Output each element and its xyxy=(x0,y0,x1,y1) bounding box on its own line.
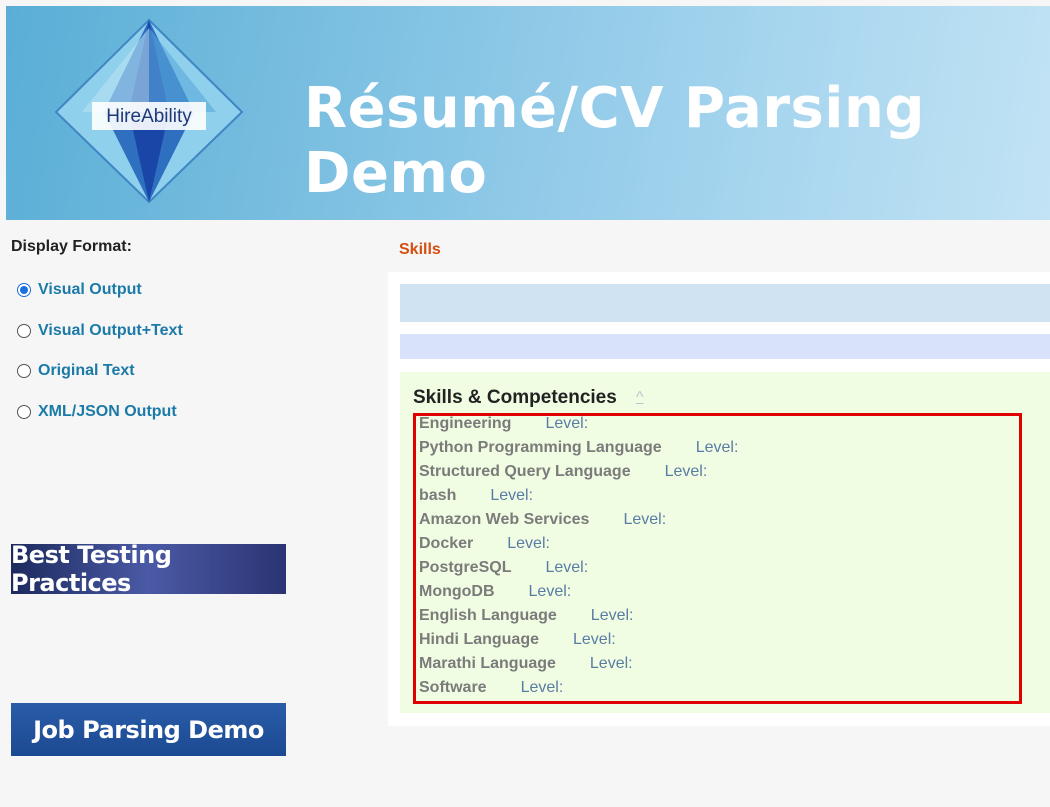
skill-name: Structured Query Language xyxy=(419,463,631,480)
skill-level-label: Level: xyxy=(528,583,572,600)
skills-heading: Skills & Competencies xyxy=(413,387,617,408)
radio-visual-output[interactable] xyxy=(17,283,31,298)
skill-name: Docker xyxy=(419,535,474,552)
job-parsing-demo-label[interactable]: Job Parsing Demo xyxy=(33,716,264,744)
skill-level-label: Level: xyxy=(589,655,633,672)
display-format-label: Display Format: xyxy=(11,238,132,255)
skill-level-label: Level: xyxy=(573,631,616,648)
format-option-label[interactable]: XML/JSON Output xyxy=(38,403,177,421)
skill-name: Marathi Language xyxy=(419,655,556,672)
format-option-label[interactable]: Visual Output xyxy=(38,281,142,299)
skill-level-label: Level: xyxy=(507,535,550,552)
skill-name: Amazon Web Services xyxy=(419,511,590,528)
radio-original-text[interactable] xyxy=(17,364,31,379)
skill-name: Software xyxy=(419,679,487,696)
header-banner: HireAbility Résumé/CV Parsing Demo xyxy=(6,6,1050,220)
format-option-visual-output-text[interactable]: Visual Output+Text xyxy=(10,311,370,352)
skill-row: Hindi Language Level: xyxy=(419,628,738,652)
skill-row: Software Level: xyxy=(419,676,738,700)
skill-level-label: Level: xyxy=(590,607,634,624)
radio-xml-json[interactable] xyxy=(17,404,31,419)
display-format-panel: Display Format: Visual Output Visual Out… xyxy=(10,238,370,432)
hireability-logo: HireAbility xyxy=(54,18,244,204)
best-testing-practices-label[interactable]: Best Testing Practices xyxy=(11,544,286,594)
skill-row: MongoDB Level: xyxy=(419,580,738,604)
skill-level-label: Level: xyxy=(545,559,589,576)
skill-name: MongoDB xyxy=(419,583,495,600)
skill-row: Marathi Language Level: xyxy=(419,652,738,676)
info-bar-2 xyxy=(400,334,1050,359)
skill-level-label: Level: xyxy=(545,415,589,432)
logo-text: HireAbility xyxy=(106,106,192,127)
skill-level-label: Level: xyxy=(623,511,667,528)
skill-row: Docker Level: xyxy=(419,532,738,556)
skill-level-label: Level: xyxy=(664,463,708,480)
skill-row: PostgreSQL Level: xyxy=(419,556,738,580)
skill-row: English Language Level: xyxy=(419,604,738,628)
skill-row: Engineering Level: xyxy=(419,412,738,436)
skill-level-label: Level: xyxy=(520,679,564,696)
skill-row: Structured Query Language Level: xyxy=(419,460,738,484)
skills-list: Engineering Level: Python Programming Lang… xyxy=(419,412,738,700)
format-option-label[interactable]: Original Text xyxy=(38,362,135,380)
back-to-top-link[interactable]: ^ xyxy=(636,389,644,407)
skill-level-label: Level: xyxy=(695,439,739,456)
best-testing-practices-banner[interactable]: Best Testing Practices xyxy=(11,544,286,594)
format-option-xml-json[interactable]: XML/JSON Output xyxy=(10,392,370,433)
format-option-label[interactable]: Visual Output+Text xyxy=(38,322,183,340)
format-option-visual-output[interactable]: Visual Output xyxy=(10,270,370,311)
section-title-skills: Skills xyxy=(399,241,441,258)
info-bar-1 xyxy=(400,284,1050,322)
skill-row: bash Level: xyxy=(419,484,738,508)
skill-name: English Language xyxy=(419,607,557,624)
skill-name: PostgreSQL xyxy=(419,559,512,576)
job-parsing-demo-banner[interactable]: Job Parsing Demo xyxy=(11,703,286,756)
skill-name: Hindi Language xyxy=(419,631,539,648)
page-title: Résumé/CV Parsing Demo xyxy=(304,76,925,206)
skill-row: Python Programming Language Level: xyxy=(419,436,738,460)
skill-name: bash xyxy=(419,487,457,504)
skill-name: Engineering xyxy=(419,415,512,432)
format-option-original-text[interactable]: Original Text xyxy=(10,351,370,392)
skill-name: Python Programming Language xyxy=(419,439,662,456)
radio-visual-output-text[interactable] xyxy=(17,323,31,338)
skill-row: Amazon Web Services Level: xyxy=(419,508,738,532)
skill-level-label: Level: xyxy=(490,487,534,504)
